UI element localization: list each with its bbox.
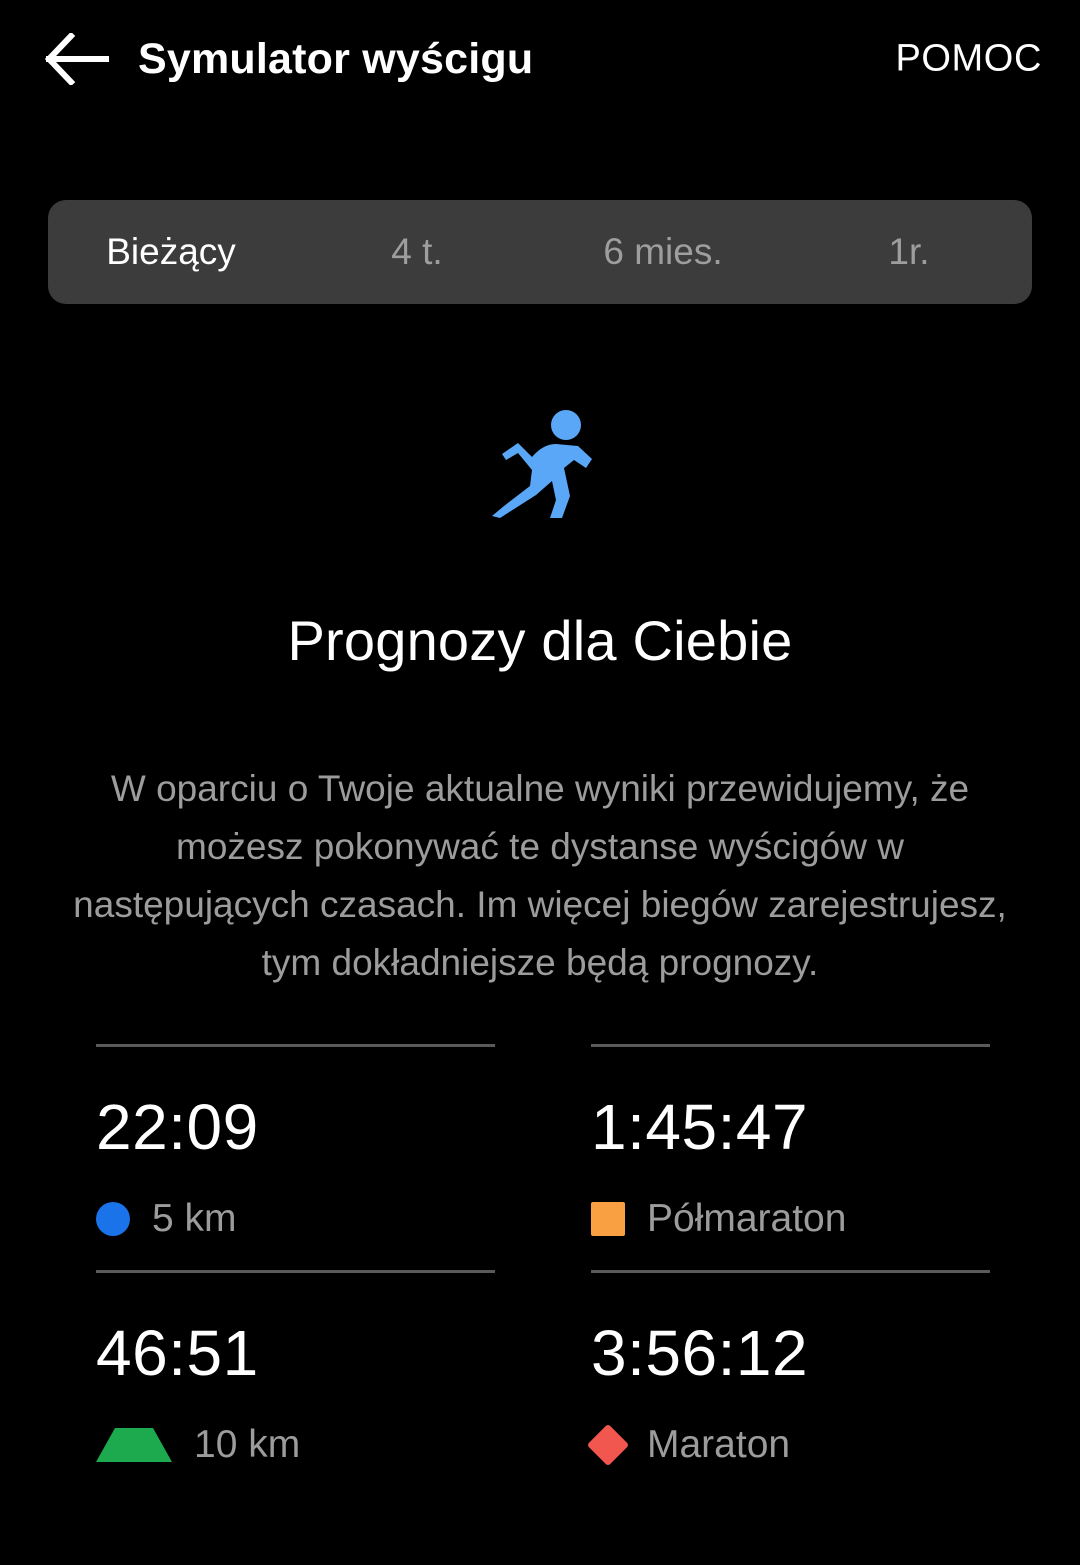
prediction-distance-label: 10 km	[194, 1423, 301, 1466]
marker-circle-icon	[96, 1202, 130, 1236]
prediction-time: 46:51	[96, 1317, 259, 1389]
race-predictor-screen: Symulator wyścigu POMOC Bieżący 4 t. 6 m…	[0, 0, 1080, 1565]
prediction-cell-5km[interactable]: 22:09 5 km	[96, 1044, 495, 1270]
marker-diamond-icon	[586, 1423, 630, 1467]
marker-square-icon	[591, 1202, 625, 1236]
help-button[interactable]: POMOC	[895, 38, 1042, 81]
section-headline: Prognozy dla Ciebie	[287, 609, 793, 672]
page-title: Symulator wyścigu	[138, 34, 534, 83]
arrow-left-icon	[45, 33, 109, 85]
prediction-cell-half-marathon[interactable]: 1:45:47 Półmaraton	[591, 1044, 990, 1270]
tab-biezacy[interactable]: Bieżący	[48, 200, 294, 304]
prediction-distance-label: Półmaraton	[647, 1197, 847, 1240]
section-description: W oparciu o Twoje aktualne wyniki przewi…	[73, 768, 1007, 983]
marker-triangle-icon	[96, 1428, 172, 1462]
tab-4-weeks[interactable]: 4 t.	[294, 200, 540, 304]
running-person-icon	[482, 410, 598, 523]
back-button[interactable]	[22, 4, 132, 114]
prediction-distance-label: 5 km	[152, 1197, 237, 1240]
prediction-cell-marathon[interactable]: 3:56:12 Maraton	[586, 1270, 990, 1496]
hero-icon-wrapper	[0, 410, 1080, 523]
prediction-time: 22:09	[96, 1091, 259, 1163]
prediction-cell-10km[interactable]: 46:51 10 km	[96, 1270, 495, 1496]
prediction-time: 3:56:12	[591, 1317, 809, 1389]
prediction-label-row: Maraton	[586, 1423, 990, 1467]
tab-1-year[interactable]: 1r.	[786, 200, 1032, 304]
prediction-label-row: 10 km	[96, 1423, 495, 1467]
predictions-grid: 22:09 5 km 1:45:47 Półmaraton 46:51 10 k…	[96, 1044, 990, 1496]
prediction-label-row: Półmaraton	[591, 1197, 990, 1241]
prediction-distance-label: Maraton	[647, 1423, 791, 1466]
app-bar: Symulator wyścigu POMOC	[0, 0, 1080, 118]
prediction-label-row: 5 km	[96, 1197, 495, 1241]
timeframe-tabbar: Bieżący 4 t. 6 mies. 1r.	[48, 200, 1032, 304]
tab-6-months[interactable]: 6 mies.	[540, 200, 786, 304]
prediction-time: 1:45:47	[591, 1091, 809, 1163]
